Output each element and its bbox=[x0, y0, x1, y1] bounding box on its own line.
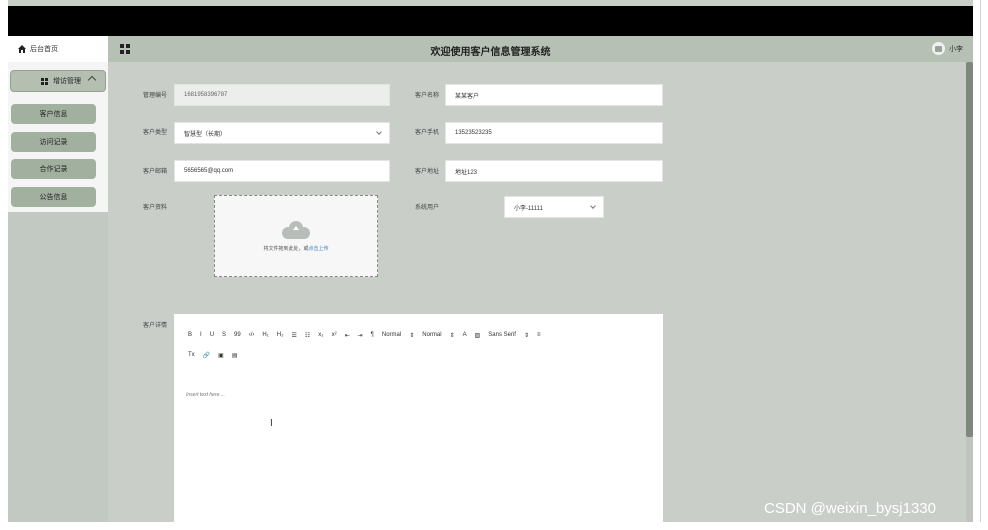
customer-name-field[interactable]: 某某客户 bbox=[445, 84, 663, 106]
customer-email-label: 客户邮箱 bbox=[143, 169, 168, 175]
editor-toolbar-button[interactable]: Tx bbox=[188, 352, 195, 358]
customer-name-label: 客户名称 bbox=[415, 93, 440, 99]
customer-email-field[interactable]: 5656565@qq.com bbox=[174, 160, 390, 182]
editor-placeholder[interactable]: Insert text here ... bbox=[186, 392, 225, 398]
editor-toolbar-row: Tx 🔗 ▣ ▤ bbox=[188, 348, 663, 362]
customer-email-value: 5656565@qq.com bbox=[184, 168, 234, 174]
rich-text-editor[interactable]: B I U S 99 ‹/› H₁ H₂ ☰ ☷ x₂ x² ⇤ ⇥ ¶ Normal ⇕ Normal ⇕ A ▨ Sa… bbox=[174, 314, 663, 522]
sidebar-menu-panel: 增访管理 客户信息 访问记录 合作记录 公告信息 bbox=[8, 62, 108, 212]
editor-toolbar-button[interactable]: 🔗 bbox=[203, 352, 210, 359]
editor-toolbar-row: B I U S 99 ‹/› H₁ H₂ ☰ ☷ x₂ x² ⇤ ⇥ ¶ Normal ⇕ Normal ⇕ A ▨ Sa… bbox=[188, 328, 663, 342]
editor-toolbar-button[interactable]: ☷ bbox=[305, 332, 310, 339]
app-window: 后台首页 欢迎使用客户信息管理系统 小李 增访管理 客户信息 访问记录 合作记录… bbox=[8, 0, 973, 522]
customer-type-label: 客户类型 bbox=[143, 130, 168, 136]
image-icon bbox=[935, 45, 942, 52]
editor-toolbar-button[interactable]: ⇥ bbox=[358, 332, 363, 339]
editor-toolbar-button[interactable]: I bbox=[200, 332, 202, 338]
manage-no-label: 管理编号 bbox=[143, 93, 168, 99]
sidebar-item-label: 客户信息 bbox=[39, 111, 68, 118]
editor-toolbar-button[interactable]: ▨ bbox=[475, 332, 481, 339]
sidebar-item-customer-info[interactable]: 客户信息 bbox=[11, 104, 96, 124]
grid-icon bbox=[41, 77, 48, 85]
sidebar-item-label: 合作记录 bbox=[39, 166, 68, 173]
sidebar-item-visit-records[interactable]: 访问记录 bbox=[11, 132, 96, 152]
editor-toolbar-button[interactable]: x₂ bbox=[318, 332, 323, 338]
customer-type-value: 智慧型（长期） bbox=[184, 131, 227, 138]
editor-toolbar-button[interactable]: ≡ bbox=[537, 332, 541, 338]
customer-address-value: 地址123 bbox=[455, 169, 478, 176]
editor-toolbar-button[interactable]: ☰ bbox=[291, 332, 296, 339]
app-header: 后台首页 欢迎使用客户信息管理系统 小李 bbox=[8, 36, 973, 62]
customer-phone-label: 客户手机 bbox=[415, 130, 440, 136]
editor-toolbar-button[interactable]: ⇕ bbox=[524, 332, 529, 339]
browser-top-bar bbox=[8, 6, 973, 36]
username: 小李 bbox=[949, 45, 963, 53]
customer-type-select[interactable]: 智慧型（长期） bbox=[174, 122, 390, 144]
editor-toolbar-button[interactable]: ▤ bbox=[232, 352, 238, 359]
chevron-down-icon bbox=[376, 129, 382, 135]
editor-toolbar-button[interactable]: ¶ bbox=[371, 332, 374, 338]
system-user-select[interactable]: 小李-11111 bbox=[504, 196, 604, 218]
sidebar-group-header[interactable]: 增访管理 bbox=[10, 70, 106, 92]
sidebar-item-label: 公告信息 bbox=[39, 194, 68, 201]
page-edge bbox=[980, 0, 981, 522]
avatar bbox=[932, 42, 945, 55]
editor-toolbar-button[interactable]: x² bbox=[332, 332, 337, 338]
editor-toolbar-button[interactable]: ⇕ bbox=[409, 332, 414, 339]
watermark: CSDN @weixin_bysj1330 bbox=[764, 500, 936, 517]
customer-phone-value: 13523523235 bbox=[455, 130, 492, 136]
editor-toolbar: B I U S 99 ‹/› H₁ H₂ ☰ ☷ x₂ x² ⇤ ⇥ ¶ Normal ⇕ Normal ⇕ A ▨ Sa… bbox=[174, 314, 663, 359]
manage-no-field: 1681958396787 bbox=[174, 84, 390, 106]
cloud-upload-icon bbox=[282, 220, 310, 239]
customer-file-label: 客户资料 bbox=[143, 205, 168, 211]
editor-toolbar-button[interactable]: Normal bbox=[382, 332, 401, 338]
chevron-down-icon bbox=[590, 203, 596, 209]
customer-detail-label: 客户详情 bbox=[143, 323, 168, 329]
editor-toolbar-button[interactable]: U bbox=[210, 332, 214, 338]
customer-address-label: 客户地址 bbox=[415, 169, 440, 175]
sidebar: 增访管理 客户信息 访问记录 合作记录 公告信息 bbox=[8, 62, 108, 522]
system-user-label: 系统用户 bbox=[415, 205, 440, 211]
scrollbar-thumb[interactable] bbox=[966, 62, 973, 437]
file-upload-area[interactable]: 将文件拖到此处，或点击上传 bbox=[214, 195, 378, 277]
editor-toolbar-button[interactable]: ⇕ bbox=[450, 332, 455, 339]
main-form: 管理编号 1681958396787 客户名称 某某客户 客户类型 智慧型（长期… bbox=[108, 62, 968, 522]
editor-toolbar-button[interactable]: 99 bbox=[234, 332, 241, 338]
user-menu[interactable]: 小李 bbox=[932, 42, 963, 55]
editor-toolbar-button[interactable]: H₂ bbox=[277, 332, 284, 338]
manage-no-value: 1681958396787 bbox=[184, 92, 228, 98]
system-user-value: 小李-11111 bbox=[514, 205, 543, 212]
chevron-up-icon bbox=[87, 75, 97, 85]
upload-link[interactable]: 点击上传 bbox=[309, 246, 329, 252]
editor-toolbar-button[interactable]: ⇤ bbox=[345, 332, 350, 339]
editor-toolbar-button[interactable]: Sans Serif bbox=[488, 332, 516, 338]
customer-phone-field[interactable]: 13523523235 bbox=[445, 122, 663, 144]
editor-toolbar-button[interactable]: B bbox=[188, 332, 192, 338]
scrollbar[interactable] bbox=[966, 62, 973, 522]
sidebar-item-label: 访问记录 bbox=[39, 139, 68, 146]
text-cursor-icon: I bbox=[270, 418, 273, 429]
upload-hint: 将文件拖到此处，或点击上传 bbox=[263, 245, 329, 252]
editor-toolbar-button[interactable]: A bbox=[463, 332, 467, 338]
sidebar-item-cooperation-records[interactable]: 合作记录 bbox=[11, 159, 96, 179]
editor-toolbar-button[interactable]: Normal bbox=[422, 332, 441, 338]
editor-toolbar-button[interactable]: S bbox=[222, 332, 226, 338]
editor-toolbar-button[interactable]: ‹/› bbox=[249, 332, 255, 338]
customer-name-value: 某某客户 bbox=[455, 93, 480, 100]
editor-toolbar-button[interactable]: ▣ bbox=[218, 352, 224, 359]
editor-toolbar-button[interactable]: H₁ bbox=[262, 332, 268, 338]
system-title: 欢迎使用客户信息管理系统 bbox=[430, 47, 551, 58]
sidebar-item-announcements[interactable]: 公告信息 bbox=[11, 187, 96, 207]
sidebar-group-label: 增访管理 bbox=[53, 78, 81, 85]
customer-address-field[interactable]: 地址123 bbox=[445, 160, 663, 182]
